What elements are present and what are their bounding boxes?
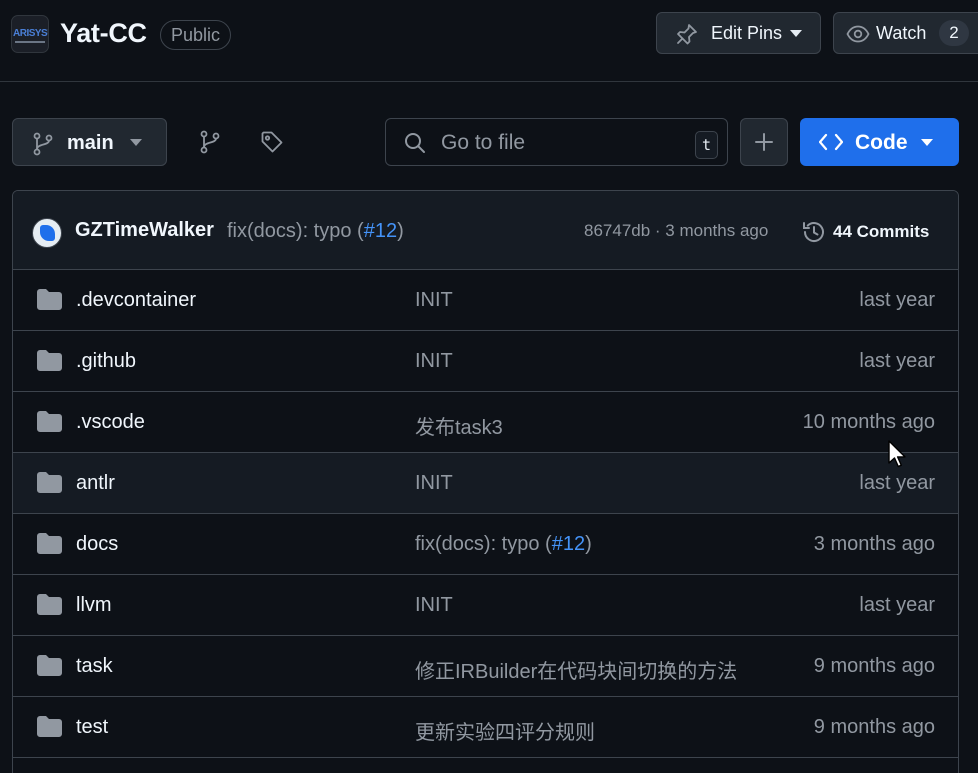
latest-commit-bar: GZTimeWalker fix(docs): typo (#12) 86747… <box>13 191 958 270</box>
caret-down-icon <box>790 30 802 37</box>
watch-count: 2 <box>939 20 969 46</box>
git-branch-icon <box>33 132 53 156</box>
file-name[interactable]: .github <box>76 350 136 373</box>
folder-icon <box>37 533 62 554</box>
file-commit-message[interactable]: INIT <box>415 289 453 312</box>
commits-history-link[interactable]: 44 Commits <box>801 217 929 247</box>
file-name[interactable]: antlr <box>76 472 115 495</box>
history-icon <box>803 222 824 243</box>
watch-label: Watch <box>876 23 927 43</box>
folder-icon <box>37 472 62 493</box>
branches-icon-button[interactable] <box>190 122 230 162</box>
tags-icon-button[interactable] <box>252 122 292 162</box>
commit-author[interactable]: GZTimeWalker <box>75 219 214 242</box>
file-commit-date: last year <box>859 350 935 372</box>
file-commit-pr-link[interactable]: #12 <box>552 533 585 555</box>
folder-icon <box>37 350 62 371</box>
edit-pins-button[interactable]: Edit Pins <box>656 12 821 54</box>
pin-icon <box>677 24 697 45</box>
go-to-file-search[interactable]: Go to file t <box>385 118 728 166</box>
file-row[interactable]: llvm INIT last year <box>13 575 958 636</box>
file-commit-message[interactable]: INIT <box>415 350 453 373</box>
commit-message[interactable]: fix(docs): typo (#12) <box>227 220 404 243</box>
org-avatar-text: ARISYSU <box>13 28 48 39</box>
file-row[interactable]: .vscode 发布task3 10 months ago <box>13 392 958 453</box>
file-row[interactable]: docs fix(docs): typo (#12) 3 months ago <box>13 514 958 575</box>
tag-icon <box>261 131 283 153</box>
file-commit-date: last year <box>859 472 935 494</box>
file-row[interactable]: .github INIT last year <box>13 331 958 392</box>
folder-icon <box>37 594 62 615</box>
file-row[interactable]: .devcontainer INIT last year <box>13 270 958 331</box>
folder-icon <box>37 716 62 737</box>
plus-icon <box>755 133 773 151</box>
file-name[interactable]: docs <box>76 533 118 556</box>
file-row[interactable]: task 修正IRBuilder在代码块间切换的方法 9 months ago <box>13 636 958 697</box>
folder-icon <box>37 411 62 432</box>
commit-hash-time[interactable]: 86747db · 3 months ago <box>584 221 768 241</box>
code-button[interactable]: Code <box>800 118 959 166</box>
file-name[interactable]: test <box>76 716 108 739</box>
file-commit-message[interactable]: INIT <box>415 472 453 495</box>
watch-button[interactable]: Watch 2 <box>833 12 978 54</box>
file-commit-date: last year <box>859 289 935 311</box>
file-row[interactable]: antlr INIT last year <box>13 453 958 514</box>
file-name[interactable]: .devcontainer <box>76 289 196 312</box>
file-commit-date: 9 months ago <box>813 716 935 738</box>
commits-count: 44 Commits <box>833 222 930 241</box>
file-commit-message[interactable]: 修正IRBuilder在代码块间切换的方法 <box>415 655 737 684</box>
branch-selector[interactable]: main <box>12 118 167 166</box>
file-name[interactable]: task <box>76 655 113 678</box>
org-avatar[interactable]: ARISYSU <box>11 15 49 53</box>
repo-title[interactable]: Yat-CC <box>60 18 147 49</box>
eye-icon <box>846 25 870 43</box>
edit-pins-label: Edit Pins <box>711 23 783 43</box>
search-shortcut-key: t <box>695 131 718 159</box>
file-commit-message[interactable]: 发布task3 <box>415 411 503 440</box>
commit-pr-link[interactable]: #12 <box>364 220 397 242</box>
git-branch-icon <box>200 130 220 154</box>
mouse-cursor-icon <box>888 440 906 468</box>
file-commit-date: 3 months ago <box>813 533 935 555</box>
author-avatar[interactable] <box>32 218 62 248</box>
visibility-badge: Public <box>160 20 232 50</box>
caret-down-icon <box>921 139 933 146</box>
branch-name: main <box>67 132 114 154</box>
code-label: Code <box>855 131 908 154</box>
search-icon <box>405 133 425 153</box>
file-commit-date: 9 months ago <box>813 655 935 677</box>
folder-icon <box>37 655 62 676</box>
file-name[interactable]: .vscode <box>76 411 145 434</box>
file-commit-message[interactable]: INIT <box>415 594 453 617</box>
file-commit-date: 10 months ago <box>802 411 935 433</box>
search-placeholder: Go to file <box>441 131 526 154</box>
file-commit-date: last year <box>859 594 935 616</box>
caret-down-icon <box>130 139 142 146</box>
file-commit-message[interactable]: 更新实验四评分规则 <box>415 716 595 745</box>
add-file-button[interactable] <box>740 118 788 166</box>
folder-icon <box>37 289 62 310</box>
file-row[interactable]: test 更新实验四评分规则 9 months ago <box>13 697 958 758</box>
file-browser: GZTimeWalker fix(docs): typo (#12) 86747… <box>12 190 959 773</box>
file-name[interactable]: llvm <box>76 594 112 617</box>
file-commit-message[interactable]: fix(docs): typo (#12) <box>415 533 592 556</box>
repo-header: ARISYSU Yat-CC Public Edit Pins Watch 2 <box>0 0 978 82</box>
code-icon <box>819 133 843 151</box>
